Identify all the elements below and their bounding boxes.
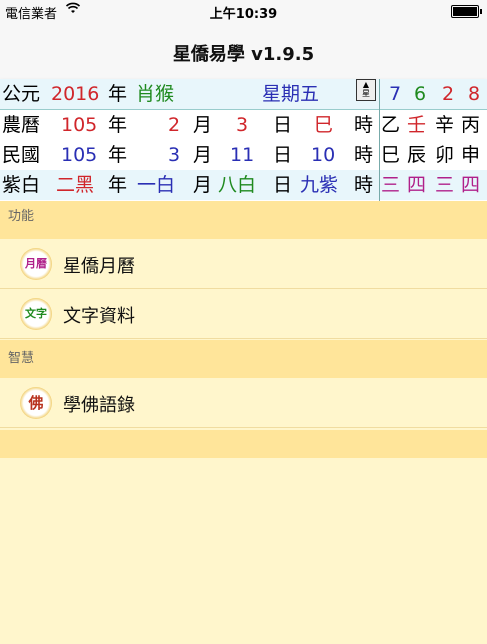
num-2: 6	[414, 83, 427, 105]
zodiac-label: 肖猴	[136, 83, 175, 105]
page-title: 星僑易學 v1.9.5	[172, 44, 315, 65]
weekday-label: 星期五	[262, 83, 320, 105]
row-label: 農曆	[2, 114, 41, 136]
list-item-calendar[interactable]: 月曆 星僑月曆	[0, 239, 487, 289]
day-unit: 日	[273, 114, 293, 136]
status-time: 上午10:39	[209, 7, 278, 22]
year-unit: 年	[108, 114, 128, 136]
branch-2: 辰	[407, 144, 427, 166]
column-divider	[379, 79, 380, 201]
hour-unit: 時	[354, 144, 374, 166]
month-unit: 月	[193, 144, 213, 166]
calendar-row-zibai: 紫白 二黑 年 一白 月 八白 日 九紫 時 三 四 三 四	[0, 170, 487, 200]
hour-unit: 時	[354, 114, 374, 136]
month-unit: 月	[193, 114, 213, 136]
stem-4: 丙	[461, 114, 481, 136]
month-value: 3	[168, 144, 181, 166]
battery-icon	[451, 5, 482, 18]
year-unit: 年	[108, 83, 128, 105]
list-item-label: 學佛語錄	[63, 395, 135, 416]
day-unit: 日	[273, 174, 293, 196]
num-3: 2	[442, 83, 455, 105]
star-4: 四	[461, 174, 481, 196]
logo-icon[interactable]: ▲ 星	[356, 79, 376, 101]
calendar-row-gregorian: 公元 2016 年 肖猴 星期五 ▲ 星 7 6 2 8	[0, 79, 487, 110]
branch-4: 申	[461, 144, 481, 166]
calendar-row-lunar: 農曆 105 年 2 月 3 日 巳 時 乙 壬 辛 丙	[0, 110, 487, 140]
star-1: 三	[381, 174, 401, 196]
status-bar: 電信業者 上午10:39	[0, 0, 487, 22]
year-value: 105	[61, 144, 98, 166]
calendar-panel[interactable]: 公元 2016 年 肖猴 星期五 ▲ 星 7 6 2 8 農曆 105 年 2 月…	[0, 79, 487, 202]
stem-3: 辛	[435, 114, 455, 136]
list-item-label: 文字資料	[63, 306, 135, 327]
month-unit: 月	[193, 174, 213, 196]
hour-value: 10	[311, 144, 336, 166]
day-star: 八白	[218, 174, 257, 196]
day-unit: 日	[273, 144, 293, 166]
row-label: 民國	[2, 144, 41, 166]
section-header-wisdom: 智慧	[0, 340, 487, 378]
num-1: 7	[389, 83, 402, 105]
year-unit: 年	[108, 174, 128, 196]
row-label: 公元	[2, 83, 41, 105]
calendar-icon: 月曆	[20, 248, 52, 280]
day-value: 3	[236, 114, 249, 136]
year-star: 二黑	[56, 174, 95, 196]
stem-1: 乙	[381, 114, 401, 136]
month-star: 一白	[137, 174, 176, 196]
list-item-label: 星僑月曆	[63, 256, 135, 277]
section-footer	[0, 430, 487, 458]
year-value: 2016	[51, 83, 100, 105]
list-item-text-data[interactable]: 文字 文字資料	[0, 289, 487, 339]
stem-2: 壬	[407, 114, 427, 136]
list-item-buddhist-quotes[interactable]: 佛 學佛語錄	[0, 378, 487, 428]
hour-star: 九紫	[300, 174, 339, 196]
text-icon: 文字	[20, 298, 52, 330]
month-value: 2	[168, 114, 181, 136]
star-2: 四	[407, 174, 427, 196]
buddha-icon: 佛	[20, 387, 52, 419]
year-value: 105	[61, 114, 98, 136]
branch-1: 巳	[381, 144, 401, 166]
nav-bar: 星僑易學 v1.9.5	[0, 22, 487, 80]
num-4: 8	[468, 83, 481, 105]
day-value: 11	[230, 144, 255, 166]
branch-3: 卯	[435, 144, 455, 166]
row-label: 紫白	[2, 174, 41, 196]
hour-unit: 時	[354, 174, 374, 196]
year-unit: 年	[108, 144, 128, 166]
calendar-row-roc: 民國 105 年 3 月 11 日 10 時 巳 辰 卯 申	[0, 140, 487, 170]
section-header-functions: 功能	[0, 201, 487, 239]
star-3: 三	[435, 174, 455, 196]
hour-value: 巳	[314, 114, 334, 136]
